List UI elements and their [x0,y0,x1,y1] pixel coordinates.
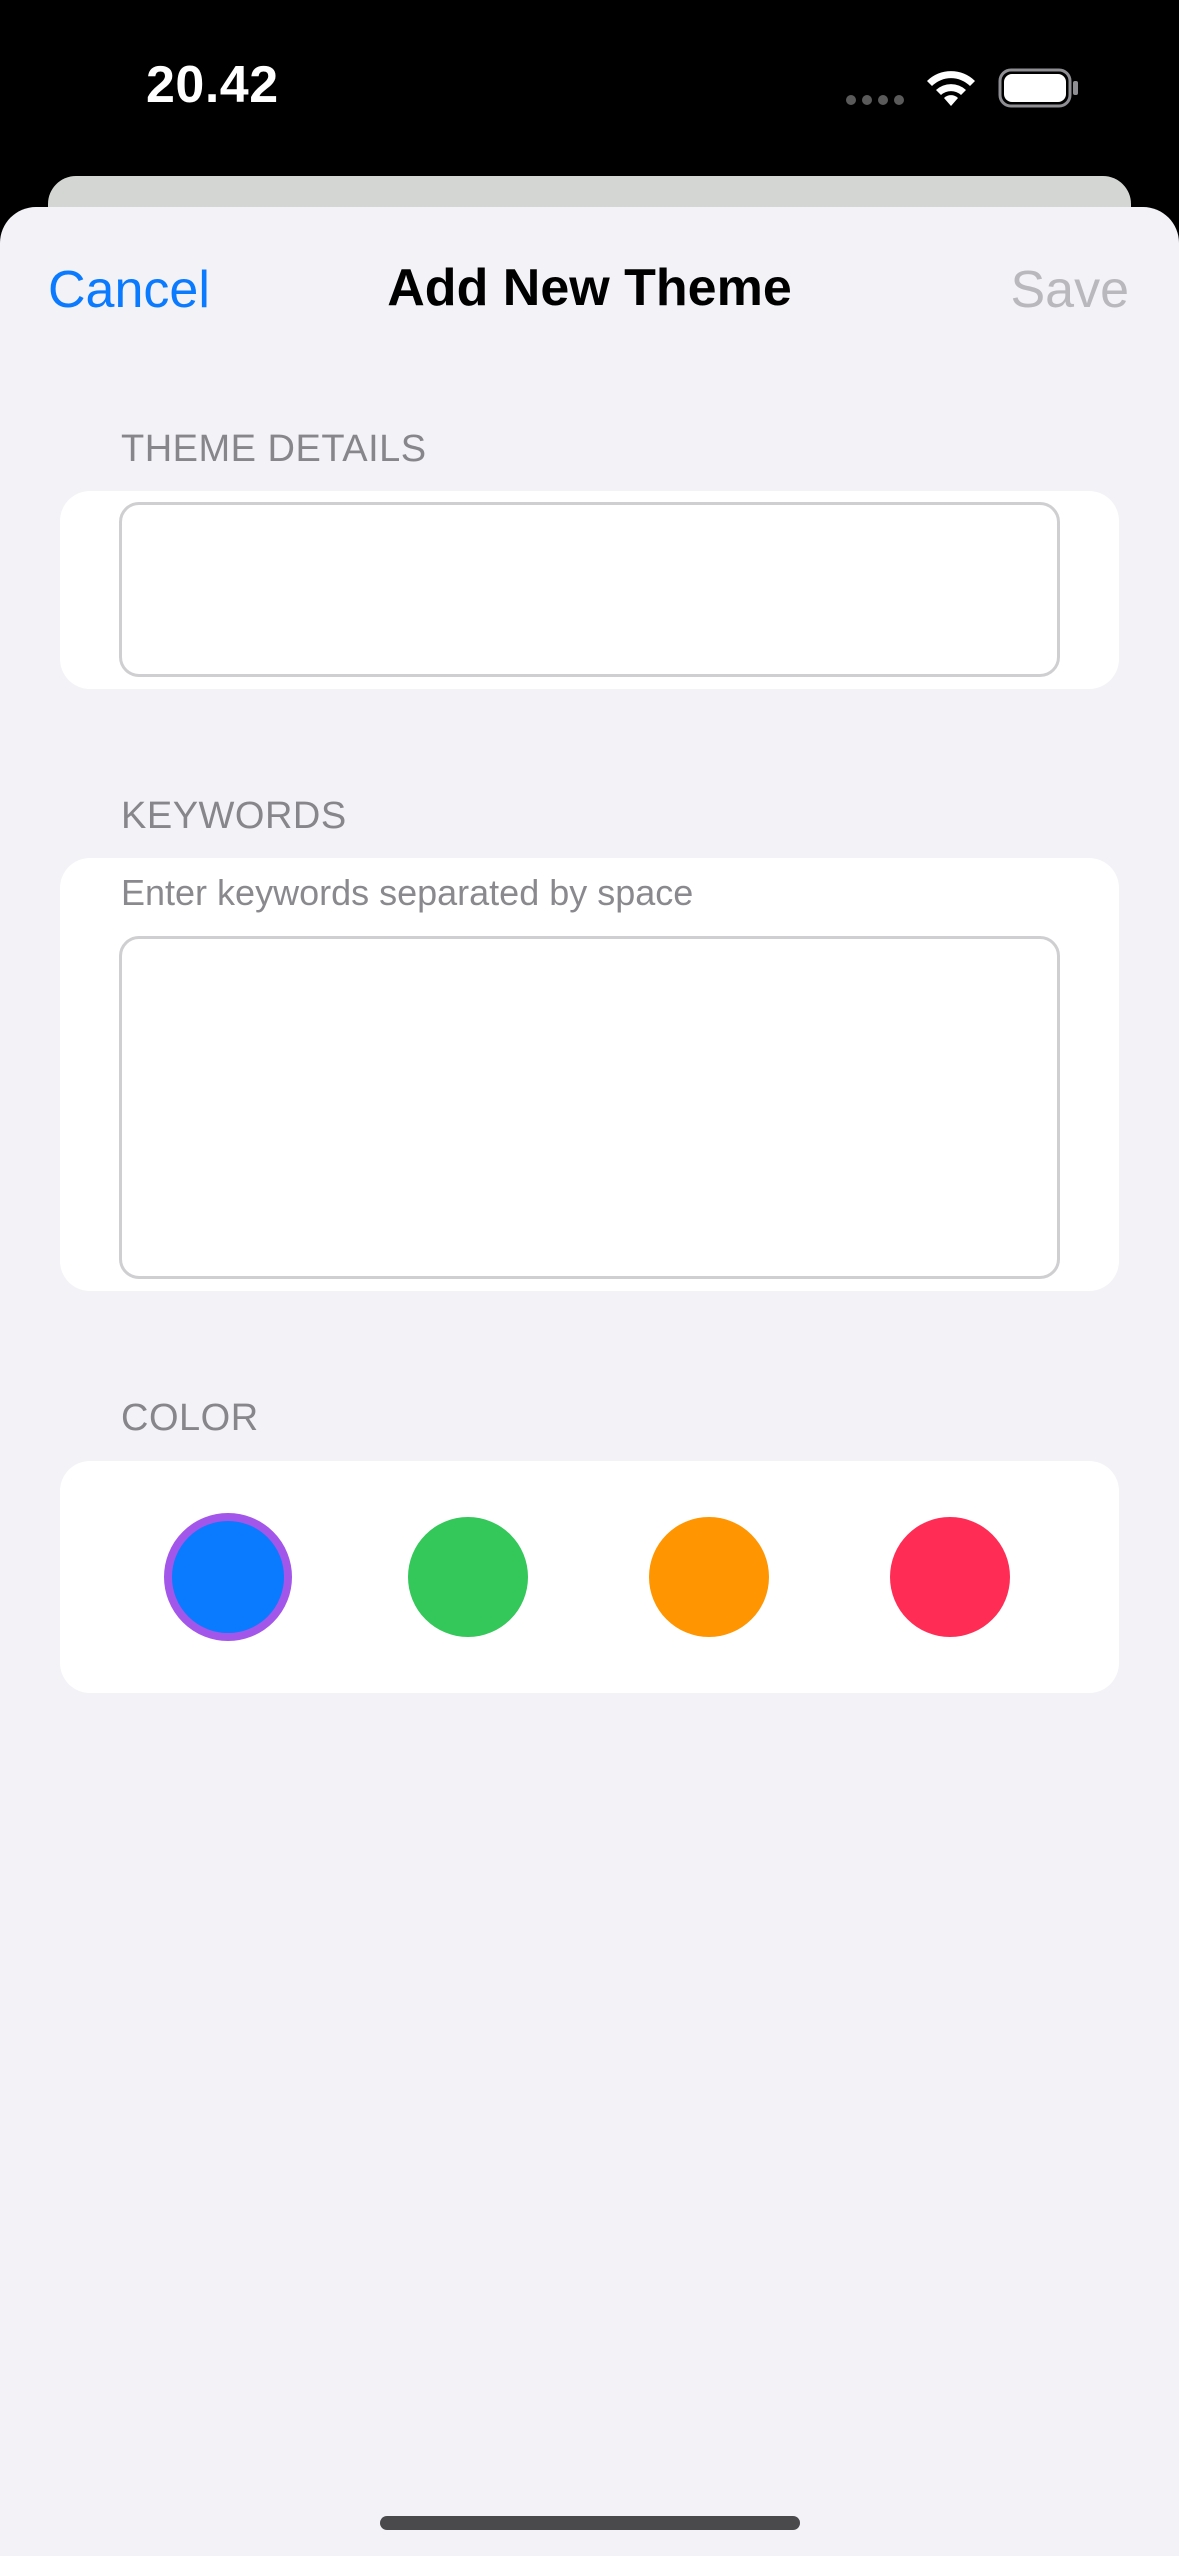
keywords-hint: Enter keywords separated by space [121,872,694,913]
battery-icon [998,68,1078,108]
color-header: COLOR [121,1397,259,1439]
color-swatch-blue[interactable] [164,1513,292,1641]
status-bar: 20.42 [0,0,1179,175]
color-swatch-orange[interactable] [649,1517,769,1637]
cellular-signal-icon [846,95,906,107]
theme-name-field[interactable] [119,502,1060,677]
page-title: Add New Theme [387,259,792,317]
status-time: 20.42 [146,56,279,114]
screen: 20.42 Cancel Add New Theme Save THEME DE… [0,0,1179,2556]
home-indicator[interactable] [380,2516,800,2530]
wifi-icon [927,71,975,106]
keywords-field[interactable] [119,936,1060,1279]
color-swatch-green[interactable] [408,1517,528,1637]
keywords-header: KEYWORDS [121,795,347,837]
color-swatch-pink[interactable] [890,1517,1010,1637]
save-button[interactable]: Save [1010,260,1129,320]
theme-details-header: THEME DETAILS [121,428,427,470]
